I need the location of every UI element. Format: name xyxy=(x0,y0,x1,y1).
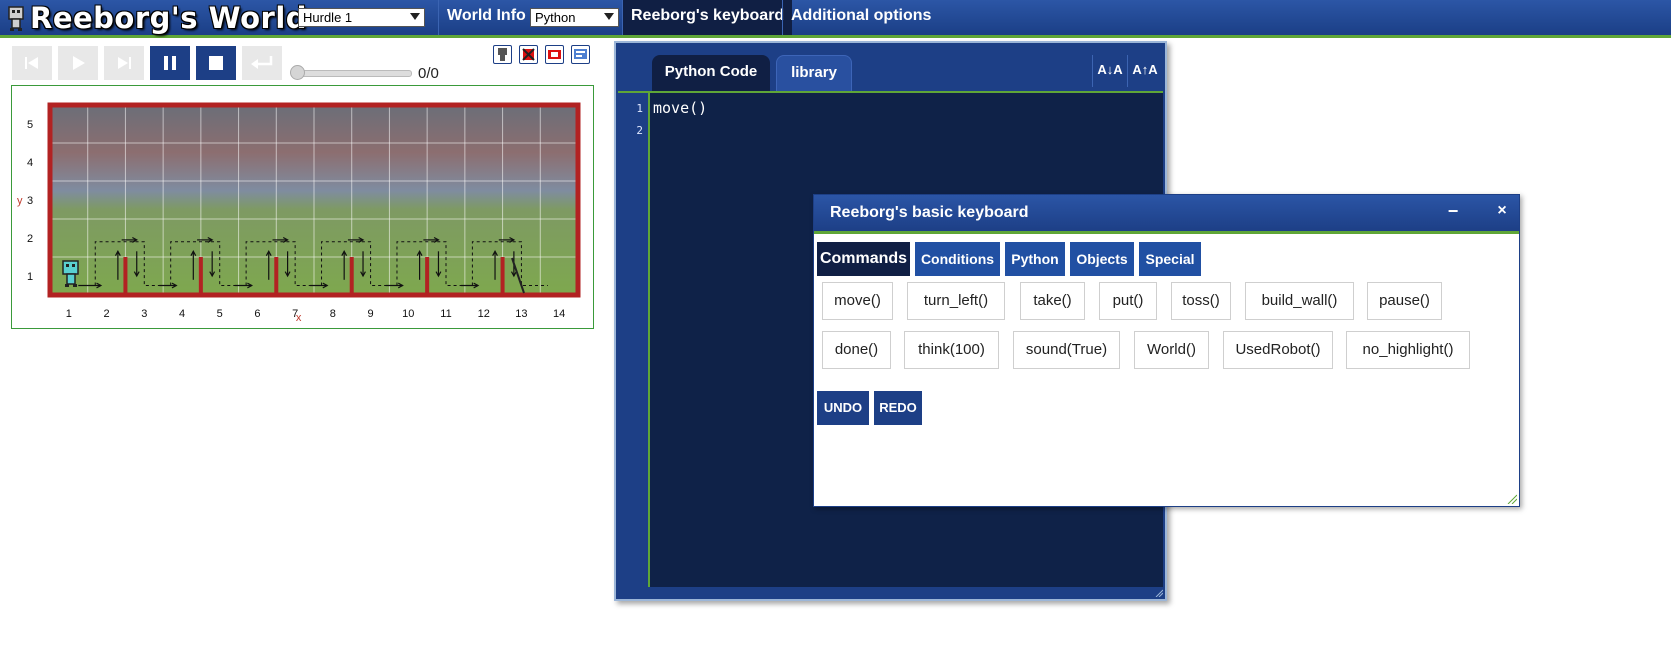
line-number: 1 xyxy=(636,102,643,115)
line-number-gutter: 1 2 xyxy=(618,93,648,587)
run-button[interactable] xyxy=(58,46,98,80)
top-menu-bar: Reeborg's World Hurdle 1 World Info Pyth… xyxy=(0,0,1671,38)
cmd-usedrobot-button[interactable]: UsedRobot() xyxy=(1223,331,1333,369)
speed-slider-handle[interactable] xyxy=(290,65,305,80)
app-title: Reeborg's World xyxy=(30,1,308,35)
undo-button[interactable]: UNDO xyxy=(817,391,869,425)
wall xyxy=(349,257,354,295)
robot-tool-icon[interactable] xyxy=(493,45,512,64)
world-select[interactable]: Hurdle 1 xyxy=(298,8,425,27)
y-axis-tick-label: 5 xyxy=(27,119,33,131)
cmd-put-button[interactable]: put() xyxy=(1099,282,1157,320)
x-axis-tick-label: 10 xyxy=(402,308,414,320)
minimize-icon[interactable]: − xyxy=(1442,200,1464,222)
y-axis-tick-label: 2 xyxy=(27,233,33,245)
editor-tab-bar: Python Code library A↓A A↑A xyxy=(618,45,1163,93)
x-axis-tick-label: 5 xyxy=(217,308,223,320)
return-icon xyxy=(251,56,273,69)
y-axis-tick-label: 4 xyxy=(27,157,33,169)
x-axis-tick-label: 6 xyxy=(254,308,260,320)
cmd-toss-button[interactable]: toss() xyxy=(1171,282,1231,320)
close-icon[interactable]: × xyxy=(1491,200,1513,222)
pause-button[interactable] xyxy=(150,46,190,80)
language-select[interactable]: Python xyxy=(530,8,619,27)
wall xyxy=(500,257,505,295)
wall xyxy=(274,257,279,295)
decrease-font-button[interactable]: A↓A xyxy=(1092,55,1127,87)
cmd-build-wall-button[interactable]: build_wall() xyxy=(1245,282,1354,320)
x-axis-marker: x xyxy=(296,312,302,324)
cmd-move-button[interactable]: move() xyxy=(822,282,893,320)
additional-options-menu[interactable]: Additional options xyxy=(782,0,939,35)
x-axis-tick-label: 4 xyxy=(179,308,185,320)
line-number: 2 xyxy=(636,124,643,137)
cmd-done-button[interactable]: done() xyxy=(822,331,891,369)
cmd-take-button[interactable]: take() xyxy=(1020,282,1085,320)
x-axis-tick-label: 9 xyxy=(368,308,374,320)
x-axis-tick-label: 8 xyxy=(330,308,336,320)
tab-python[interactable]: Python xyxy=(1005,242,1065,276)
reeborg-logo-icon xyxy=(8,6,24,31)
tab-conditions[interactable]: Conditions xyxy=(915,242,1000,276)
wall xyxy=(198,257,203,295)
keyboard-dialog: Reeborg's basic keyboard − × Commands Co… xyxy=(813,194,1520,507)
wall xyxy=(425,257,430,295)
redo-button[interactable]: REDO xyxy=(874,391,922,425)
reload-button[interactable] xyxy=(242,46,282,80)
y-axis-marker: y xyxy=(17,195,23,207)
x-axis-tick-label: 13 xyxy=(515,308,527,320)
reeborg-keyboard-menu[interactable]: Reeborg's keyboard xyxy=(622,0,793,35)
resize-handle-icon[interactable] xyxy=(1507,494,1517,504)
cmd-think-button[interactable]: think(100) xyxy=(904,331,999,369)
language-select-value: Python xyxy=(535,10,576,25)
wall xyxy=(123,257,128,295)
step-button[interactable] xyxy=(104,46,144,80)
tab-python-code[interactable]: Python Code xyxy=(652,55,770,91)
step-counter: 0/0 xyxy=(418,65,439,82)
chevron-down-icon xyxy=(410,13,420,20)
x-axis-tick-label: 14 xyxy=(553,308,565,320)
code-line: move() xyxy=(653,99,708,117)
tab-objects[interactable]: Objects xyxy=(1070,242,1134,276)
increase-font-button[interactable]: A↑A xyxy=(1127,55,1162,87)
erase-robot-icon[interactable] xyxy=(519,45,538,64)
cmd-no-highlight-button[interactable]: no_highlight() xyxy=(1346,331,1470,369)
stop-icon xyxy=(209,56,223,70)
reverse-step-button[interactable] xyxy=(12,46,52,80)
cmd-turn-left-button[interactable]: turn_left() xyxy=(907,282,1005,320)
chevron-down-icon xyxy=(604,13,614,20)
x-axis-tick-label: 11 xyxy=(440,308,451,320)
edit-world-icon[interactable] xyxy=(571,45,590,64)
cmd-world-button[interactable]: World() xyxy=(1134,331,1209,369)
y-axis-tick-label: 1 xyxy=(27,271,33,283)
x-axis-tick-label: 3 xyxy=(141,308,147,320)
keyboard-titlebar[interactable]: Reeborg's basic keyboard − × xyxy=(814,195,1519,234)
stop-button[interactable] xyxy=(196,46,236,80)
pause-icon xyxy=(164,56,176,70)
x-axis-tick-label: 12 xyxy=(478,308,490,320)
speed-slider[interactable] xyxy=(296,70,412,77)
world-view: 1 2 3 4 5 6 7 8 9 10 11 12 13 14 1 2 3 4 5 x y xyxy=(11,85,594,329)
x-axis-tick-label: 2 xyxy=(104,308,110,320)
world-info-menu[interactable]: World Info xyxy=(438,0,534,35)
tab-library[interactable]: library xyxy=(776,55,852,91)
skip-forward-icon xyxy=(118,57,131,69)
y-axis-tick-label: 3 xyxy=(27,195,33,207)
play-icon xyxy=(73,56,85,70)
resize-handle-icon[interactable] xyxy=(1155,589,1163,597)
world-select-value: Hurdle 1 xyxy=(303,10,353,25)
world-tool-icon[interactable] xyxy=(545,45,564,64)
cmd-sound-button[interactable]: sound(True) xyxy=(1013,331,1120,369)
tab-commands[interactable]: Commands xyxy=(817,242,910,276)
x-axis-tick-label: 1 xyxy=(66,308,72,320)
tab-special[interactable]: Special xyxy=(1139,242,1201,276)
world-canvas[interactable]: 1 2 3 4 5 6 7 8 9 10 11 12 13 1412345xy xyxy=(12,86,594,329)
cmd-pause-button[interactable]: pause() xyxy=(1367,282,1442,320)
keyboard-title: Reeborg's basic keyboard xyxy=(830,204,1029,221)
skip-back-icon xyxy=(25,57,38,69)
